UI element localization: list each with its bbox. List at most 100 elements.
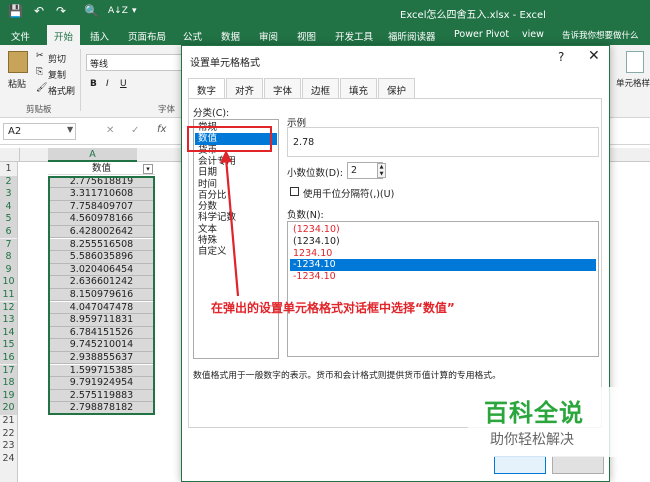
paste-button[interactable]: 粘贴 — [8, 77, 26, 90]
category-item[interactable]: 会计专用 — [198, 156, 236, 167]
category-item[interactable]: 文本 — [198, 224, 217, 235]
tab-view[interactable]: 视图 — [297, 29, 316, 43]
filter-dropdown-icon[interactable]: ▾ — [143, 164, 153, 174]
format-description: 数值格式用于一般数字的表示。货币和会计格式则提供货币值计算的专用格式。 — [193, 371, 501, 381]
decimal-places-label: 小数位数(D): — [287, 168, 343, 179]
row-header[interactable]: 23 — [0, 440, 17, 452]
copy-icon[interactable]: ⎘ — [36, 67, 43, 77]
tab-developer[interactable]: 开发工具 — [335, 29, 373, 43]
tab-power-pivot[interactable]: Power Pivot — [454, 29, 509, 40]
thousands-separator-checkbox[interactable] — [290, 187, 299, 196]
tab-number[interactable]: 数字 — [188, 78, 226, 99]
column-header-a[interactable]: A — [48, 148, 137, 162]
row-header[interactable]: 5 — [0, 213, 17, 226]
row-header[interactable]: 6 — [0, 226, 17, 239]
cut-button[interactable]: 剪切 — [48, 52, 66, 65]
watermark-title: 百科全说 — [484, 399, 584, 427]
clipboard-group-label: 剪贴板 — [26, 105, 52, 115]
row-header[interactable]: 19 — [0, 389, 17, 403]
row-header[interactable]: 3 — [0, 188, 17, 201]
category-list[interactable]: 常规 数值 货币 会计专用 日期 时间 百分比 分数 科学记数 文本 特殊 自定义 — [193, 119, 279, 359]
row-header[interactable]: 13 — [0, 314, 17, 327]
copy-button[interactable]: 复制 — [48, 68, 66, 81]
row-header[interactable]: 21 — [0, 415, 17, 427]
cancel-button[interactable] — [552, 456, 604, 474]
watermark: 百科全说 助你轻松解决 — [468, 387, 618, 457]
category-item[interactable]: 分数 — [198, 201, 217, 212]
help-button[interactable]: ? — [558, 50, 564, 64]
redo-icon[interactable]: ↷ — [56, 4, 66, 18]
ok-button[interactable] — [494, 456, 546, 474]
enter-icon[interactable]: ✓ — [131, 125, 139, 136]
row-header[interactable]: 14 — [0, 326, 17, 340]
bold-button[interactable]: B — [90, 79, 97, 89]
customize-quick-access-icon[interactable]: ▾ — [132, 6, 137, 16]
row-header[interactable]: 7 — [0, 238, 17, 251]
category-item[interactable]: 日期 — [198, 167, 217, 178]
tab-review[interactable]: 审阅 — [259, 29, 278, 43]
row-header[interactable]: 9 — [0, 263, 17, 277]
sort-icon[interactable]: A↓Z — [108, 6, 128, 16]
tab-view-en[interactable]: view — [522, 29, 544, 40]
negative-numbers-list[interactable]: (1234.10) (1234.10) 1234.10 -1234.10 -1234.1… — [287, 221, 599, 357]
header-cell[interactable]: 数值 — [48, 163, 155, 176]
tab-protection[interactable]: 保护 — [378, 78, 416, 98]
category-item[interactable]: 时间 — [198, 179, 217, 190]
tell-me-search[interactable]: 告诉我你想要做什么 — [562, 29, 639, 41]
paste-icon[interactable] — [8, 51, 28, 73]
row-header[interactable]: 15 — [0, 339, 17, 352]
tab-page-layout[interactable]: 页面布局 — [128, 29, 166, 43]
cell-style-icon[interactable] — [626, 51, 644, 73]
cut-icon[interactable]: ✂ — [36, 51, 44, 61]
negative-format-item[interactable]: 1234.10 — [290, 248, 332, 260]
format-painter-button[interactable]: 格式刷 — [48, 84, 75, 97]
row-header[interactable]: 20 — [0, 402, 17, 415]
undo-icon[interactable]: ↶ — [34, 4, 44, 18]
category-item[interactable]: 自定义 — [198, 246, 227, 257]
row-header[interactable]: 17 — [0, 364, 17, 377]
row-header[interactable]: 1 — [0, 163, 17, 175]
underline-button[interactable]: U — [120, 79, 127, 89]
tab-home[interactable]: 开始 — [47, 25, 81, 45]
format-painter-icon[interactable]: 🖌 — [36, 83, 47, 93]
negative-format-item[interactable]: -1234.10 — [290, 271, 336, 283]
row-header[interactable]: 11 — [0, 289, 17, 302]
italic-button[interactable]: I — [106, 79, 109, 89]
font-name-dropdown[interactable]: 等线 — [86, 54, 182, 71]
tab-data[interactable]: 数据 — [221, 29, 240, 43]
row-header[interactable]: 12 — [0, 301, 17, 314]
close-button[interactable]: ✕ — [588, 48, 600, 64]
tab-insert[interactable]: 插入 — [90, 29, 109, 43]
insert-function-button[interactable]: fx — [157, 124, 166, 135]
thousands-separator-label[interactable]: 使用千位分隔符(,)(U) — [303, 186, 394, 200]
row-header[interactable]: 24 — [0, 453, 17, 465]
row-header[interactable]: 18 — [0, 377, 17, 390]
category-item[interactable]: 百分比 — [198, 190, 227, 201]
row-header[interactable]: 10 — [0, 276, 17, 289]
decimal-places-spinner[interactable]: ▲ ▼ — [377, 163, 386, 178]
row-header[interactable]: 8 — [0, 251, 17, 264]
tab-border[interactable]: 边框 — [302, 78, 340, 98]
tab-fill[interactable]: 填充 — [340, 78, 378, 98]
row-header[interactable]: 22 — [0, 428, 17, 440]
tab-foxit-reader[interactable]: 福昕阅读器 — [388, 29, 436, 43]
save-icon[interactable]: 💾 — [8, 4, 23, 18]
name-box-dropdown-icon[interactable]: ▼ — [67, 125, 73, 134]
name-box[interactable]: A2 — [3, 123, 76, 140]
cancel-icon[interactable]: ✕ — [106, 125, 114, 136]
negative-format-item[interactable]: (1234.10) — [290, 224, 340, 236]
tab-font[interactable]: 字体 — [264, 78, 302, 98]
tab-formulas[interactable]: 公式 — [183, 29, 202, 43]
negative-format-item[interactable]: -1234.10 — [290, 259, 596, 272]
column-divider — [19, 148, 20, 162]
row-header[interactable]: 16 — [0, 352, 17, 365]
row-header[interactable]: 4 — [0, 200, 17, 214]
category-item[interactable]: 科学记数 — [198, 212, 236, 223]
tab-alignment[interactable]: 对齐 — [226, 78, 264, 98]
tab-file[interactable]: 文件 — [11, 29, 30, 43]
print-preview-icon[interactable]: 🔍 — [84, 4, 99, 18]
negative-format-item[interactable]: (1234.10) — [290, 236, 340, 248]
row-header[interactable]: 2 — [0, 175, 17, 188]
cell-style-button[interactable]: 单元格样 — [616, 77, 650, 89]
category-item[interactable]: 特殊 — [198, 235, 217, 246]
